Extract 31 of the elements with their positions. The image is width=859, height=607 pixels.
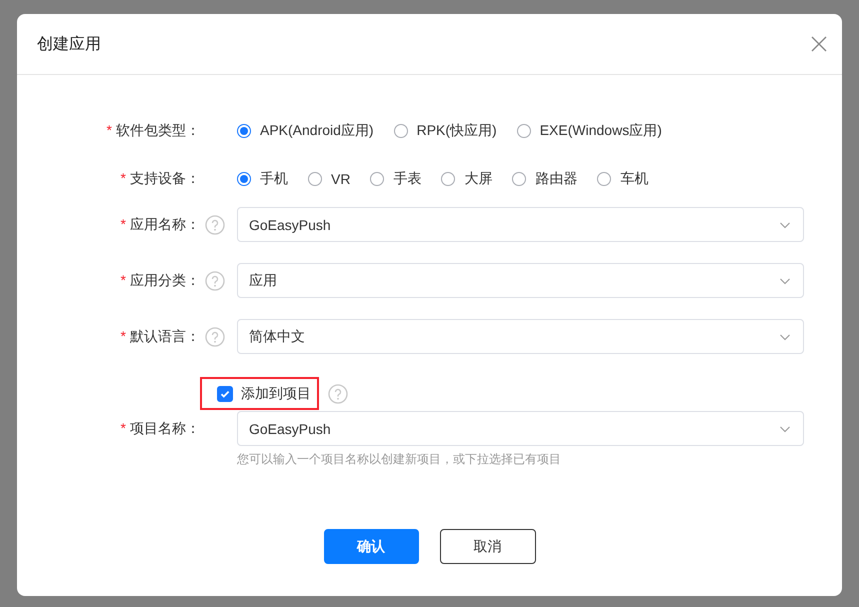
cancel-button[interactable]: 取消 (440, 529, 536, 564)
radio-option[interactable]: 车机 (597, 170, 648, 188)
close-icon[interactable] (810, 35, 828, 53)
help-icon[interactable] (205, 326, 225, 346)
checkmark-icon (220, 388, 230, 398)
field-label: * 软件包类型： (106, 122, 200, 140)
radio-option[interactable]: 大屏 (441, 170, 492, 188)
field-label: * 应用分类： (120, 272, 200, 290)
radio-option[interactable]: 路由器 (512, 170, 578, 188)
radio-option[interactable]: VR (308, 171, 350, 187)
hint-text: 您可以输入一个项目名称以创建新项目，或下拉选择已有项目 (237, 451, 562, 468)
confirm-button[interactable]: 确认 (324, 529, 418, 564)
field-label: * 应用名称： (120, 216, 200, 234)
help-icon[interactable] (328, 384, 348, 404)
checkbox-label[interactable]: 添加到项目 (241, 384, 311, 402)
radio-option[interactable]: EXE(Windows应用) (516, 122, 662, 140)
select-field[interactable]: GoEasyPush (237, 207, 804, 242)
help-icon[interactable] (205, 270, 225, 290)
field-label: * 项目名称： (120, 420, 200, 438)
radio-option[interactable]: APK(Android应用) (237, 122, 374, 140)
field-label: * 支持设备： (120, 170, 200, 188)
select-field[interactable]: 简体中文 (237, 319, 804, 354)
radio-option[interactable]: 手表 (370, 170, 422, 188)
select-field[interactable]: GoEasyPush (237, 411, 804, 446)
help-icon[interactable] (205, 214, 225, 234)
radio-option[interactable]: 手机 (237, 170, 288, 188)
field-label: * 默认语言： (120, 328, 200, 346)
select-field[interactable]: 应用 (237, 263, 804, 298)
checkbox[interactable] (217, 386, 233, 402)
radio-option[interactable]: RPK(快应用) (394, 122, 497, 140)
dialog-title: 创建应用 (37, 34, 101, 54)
